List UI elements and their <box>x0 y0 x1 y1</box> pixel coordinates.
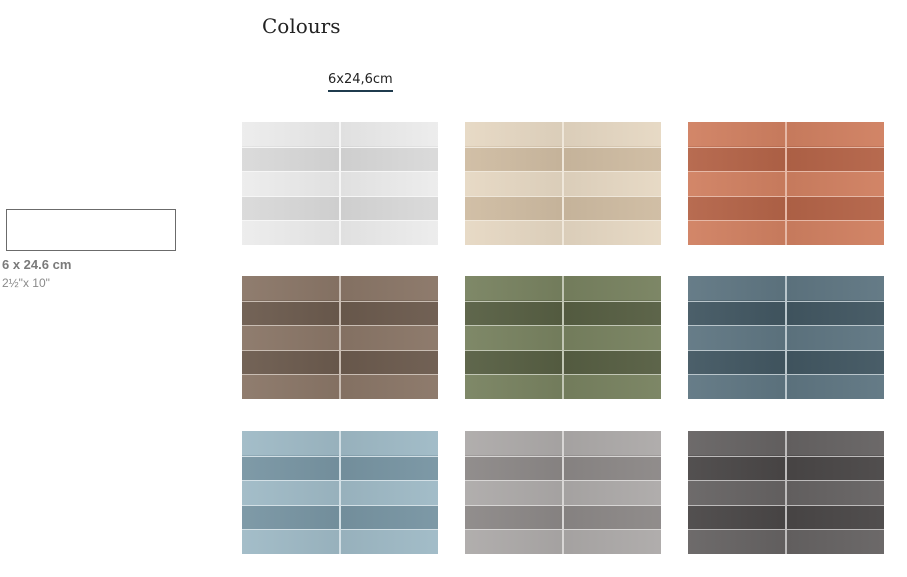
colour-swatch-white[interactable] <box>242 122 438 245</box>
grout-line <box>785 276 787 399</box>
colour-swatch-grey[interactable] <box>465 431 661 554</box>
grout-line <box>785 122 787 245</box>
size-preview-box <box>6 209 176 251</box>
size-imperial-label: 2½"x 10" <box>2 276 50 290</box>
grout-line <box>785 431 787 554</box>
colour-swatch-terracotta[interactable] <box>688 122 884 245</box>
colour-swatch-brown[interactable] <box>242 276 438 399</box>
grout-line <box>562 276 564 399</box>
grout-line <box>562 431 564 554</box>
size-tab-6x24-6cm[interactable]: 6x24,6cm <box>328 72 393 92</box>
grout-line <box>562 122 564 245</box>
colour-swatch-light-blue[interactable] <box>242 431 438 554</box>
grout-line <box>339 276 341 399</box>
colour-swatch-charcoal[interactable] <box>688 431 884 554</box>
colour-swatch-blue-grey[interactable] <box>688 276 884 399</box>
colours-heading: Colours <box>262 14 341 38</box>
colour-swatch-beige[interactable] <box>465 122 661 245</box>
grout-line <box>339 431 341 554</box>
colour-swatch-olive[interactable] <box>465 276 661 399</box>
size-metric-label: 6 x 24.6 cm <box>2 257 72 272</box>
grout-line <box>339 122 341 245</box>
